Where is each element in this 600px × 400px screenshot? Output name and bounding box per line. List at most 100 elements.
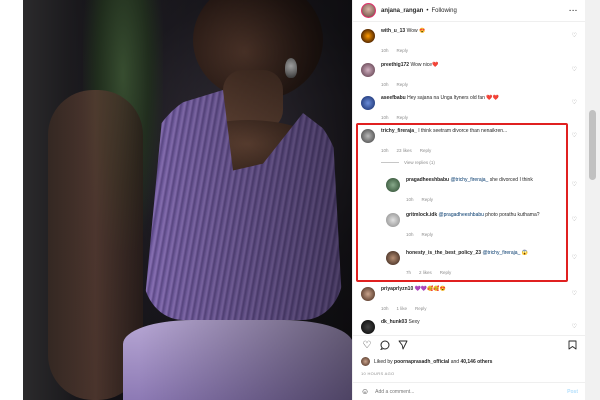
reply-mention[interactable]: @pragadheeshbabu	[439, 212, 484, 218]
replier-avatar[interactable]	[386, 178, 400, 192]
comment-username[interactable]: priyaprlyzn10	[381, 286, 413, 292]
commenter-avatar[interactable]	[361, 287, 375, 301]
commenter-avatar[interactable]	[361, 96, 375, 110]
comment-username[interactable]: dk_hunk03	[381, 319, 407, 325]
comment-item: dk_hunk03 Sexy ♡	[361, 319, 581, 334]
reply-button[interactable]: Reply	[415, 306, 427, 311]
liker-username[interactable]: poornaprasadh_official	[394, 359, 449, 365]
comment-text: Hey sajana na Unga ltyners old fan ❤️❤️	[407, 95, 499, 101]
reply-time: 7h	[406, 270, 412, 275]
reply-likes[interactable]: 2 likes	[419, 270, 432, 275]
reply-text: 😱	[521, 250, 528, 256]
replier-avatar[interactable]	[386, 213, 400, 227]
view-replies-label[interactable]: View replies (1)	[404, 160, 435, 165]
following-button[interactable]: Following	[431, 8, 456, 14]
comment-username[interactable]: preethig172	[381, 62, 409, 68]
liker-avatar[interactable]	[361, 357, 370, 366]
post-actions-bar: ♡	[353, 335, 586, 353]
comment-icon-glyph	[380, 340, 390, 350]
comment-text: Wow 😍	[406, 28, 426, 34]
comment-time: 10h	[381, 82, 389, 87]
like-comment-heart-icon[interactable]: ♡	[572, 323, 577, 330]
commenter-avatar[interactable]	[361, 320, 375, 334]
post-time-ago: 10 HOURS AGO	[361, 371, 395, 376]
likes-prefix: Liked by	[374, 358, 393, 365]
bookmark-icon[interactable]	[566, 339, 578, 351]
like-comment-heart-icon[interactable]: ♡	[572, 290, 577, 297]
more-options-icon[interactable]: ...	[569, 6, 578, 13]
comment-likes[interactable]: 1 like	[397, 306, 408, 311]
like-comment-heart-icon[interactable]: ♡	[572, 132, 577, 139]
reply-username[interactable]: gritmlock.idk	[406, 212, 437, 218]
comment-username[interactable]: aseefbabu	[381, 95, 406, 101]
share-icon[interactable]	[397, 339, 409, 351]
reply-item: gritmlock.idk @pragadheeshbabu photo por…	[386, 212, 581, 237]
comment-likes[interactable]: 23 likes	[397, 148, 412, 153]
reply-text: she divorced I think	[489, 177, 533, 183]
commenter-avatar[interactable]	[361, 63, 375, 77]
comment-item: with_u_13 Wow 😍 10h Reply ♡	[361, 28, 581, 53]
comment-text: 💜💜🥰🥰😍	[414, 286, 446, 292]
likes-and: and	[450, 358, 460, 365]
reply-time: 10h	[406, 197, 414, 202]
reply-username[interactable]: pragadheeshbabu	[406, 177, 449, 183]
likes-summary: Liked by poornaprasadh_official and 40,1…	[361, 357, 492, 366]
like-comment-heart-icon[interactable]: ♡	[572, 32, 577, 39]
share-icon-glyph	[398, 340, 408, 350]
reply-text: photo porathu kuthama?	[485, 212, 540, 218]
comment-text: I think seetram divorce than nenaikren..…	[418, 128, 508, 134]
comment-time: 10h	[381, 306, 389, 311]
view-replies-toggle[interactable]: View replies (1)	[381, 160, 435, 165]
heart-icon[interactable]: ♡	[361, 339, 373, 351]
replies-divider	[381, 162, 399, 163]
comment-time: 10h	[381, 48, 389, 53]
comment-item: aseefbabu Hey sajana na Unga ltyners old…	[361, 95, 581, 120]
comment-username[interactable]: with_u_13	[381, 28, 405, 34]
commenter-avatar[interactable]	[361, 29, 375, 43]
comment-text: Wow nice❤️	[410, 62, 439, 68]
post-photo	[23, 0, 352, 400]
commenter-avatar[interactable]	[361, 129, 375, 143]
instagram-post-view: anjana_rangan • Following ... with_u_13 …	[0, 0, 600, 400]
add-comment-input[interactable]	[375, 388, 546, 395]
reply-button[interactable]: Reply	[422, 232, 434, 237]
reply-mention[interactable]: @trichy_fireraja_	[450, 177, 488, 183]
like-reply-heart-icon[interactable]: ♡	[572, 216, 577, 223]
reply-item: pragadheeshbabu @trichy_fireraja_ she di…	[386, 177, 581, 202]
reply-button[interactable]: Reply	[397, 48, 409, 53]
post-comment-button[interactable]: Post	[567, 389, 578, 395]
reply-time: 10h	[406, 232, 414, 237]
photo-shade	[23, 0, 352, 400]
comment-time: 10h	[381, 148, 389, 153]
scrollbar-thumb[interactable]	[589, 110, 596, 180]
like-comment-heart-icon[interactable]: ♡	[572, 66, 577, 73]
likes-count[interactable]: 40,146 others	[460, 359, 492, 365]
comment-text: Sexy	[408, 319, 420, 325]
add-comment-bar: ☺ Post	[353, 382, 586, 400]
comment-item: preethig172 Wow nice❤️ 10h Reply ♡	[361, 62, 581, 87]
reply-button[interactable]: Reply	[440, 270, 452, 275]
replier-avatar[interactable]	[386, 251, 400, 265]
reply-button[interactable]: Reply	[397, 115, 409, 120]
comment-icon[interactable]	[379, 339, 391, 351]
like-reply-heart-icon[interactable]: ♡	[572, 181, 577, 188]
post-header: anjana_rangan • Following ...	[353, 0, 586, 22]
scrollbar[interactable]	[585, 0, 600, 400]
like-reply-heart-icon[interactable]: ♡	[572, 254, 577, 261]
highlighted-comment: trichy_fireraja_ I think seetram divorce…	[361, 128, 581, 153]
poster-avatar[interactable]	[361, 3, 376, 18]
like-comment-heart-icon[interactable]: ♡	[572, 99, 577, 106]
reply-username[interactable]: honesty_is_the_best_policy_23	[406, 250, 481, 256]
reply-button[interactable]: Reply	[397, 82, 409, 87]
reply-button[interactable]: Reply	[420, 148, 432, 153]
comment-time: 10h	[381, 115, 389, 120]
bookmark-icon-glyph	[568, 340, 576, 350]
reply-mention[interactable]: @trichy_fireraja_	[482, 250, 520, 256]
comments-panel: anjana_rangan • Following ... with_u_13 …	[352, 0, 586, 400]
comment-username[interactable]: trichy_fireraja_	[381, 128, 417, 134]
reply-button[interactable]: Reply	[422, 197, 434, 202]
header-separator: •	[426, 7, 429, 14]
comment-item: priyaprlyzn10 💜💜🥰🥰😍 10h 1 like Reply ♡	[361, 286, 581, 311]
emoji-icon[interactable]: ☺	[361, 387, 369, 396]
poster-username[interactable]: anjana_rangan	[381, 8, 423, 14]
